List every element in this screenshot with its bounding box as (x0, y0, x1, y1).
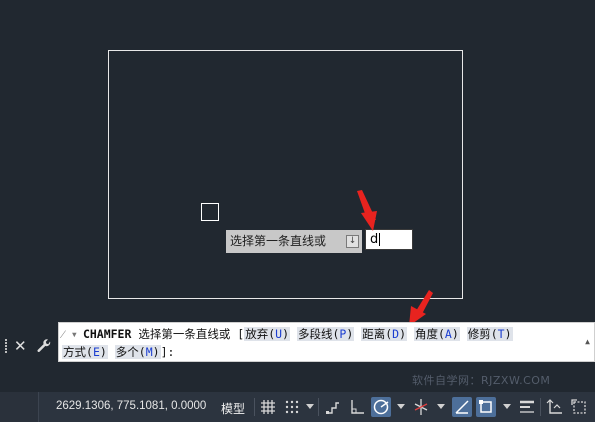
grid-icon[interactable] (258, 397, 278, 417)
object-snap-icon[interactable] (476, 397, 496, 417)
annotation-arrow-icon (409, 290, 433, 326)
chevron-down-icon[interactable] (397, 404, 405, 409)
isometric-icon[interactable] (411, 397, 431, 417)
workspace-icon[interactable] (569, 397, 589, 417)
coordinates-readout[interactable]: 2629.1306, 775.1081, 0.0000 (56, 400, 206, 412)
bracket-close: ]: (160, 345, 175, 359)
annotation-arrow-icon (357, 190, 377, 231)
object-snap-tracking-icon[interactable] (452, 397, 472, 417)
layout-tabs-area[interactable] (0, 392, 39, 422)
option-angle[interactable]: 角度(A) (413, 327, 460, 341)
text-cursor (379, 233, 381, 246)
pickbox-cursor (201, 203, 219, 221)
dynamic-prompt-tooltip: 选择第一条直线或 ↓ (226, 230, 362, 253)
ortho-icon[interactable] (347, 397, 367, 417)
status-bar: 2629.1306, 775.1081, 0.0000 模型 (0, 392, 595, 422)
chevron-down-icon[interactable] (306, 404, 314, 409)
chevron-down-icon[interactable] (437, 404, 445, 409)
chevron-down-icon[interactable] (503, 404, 511, 409)
option-method[interactable]: 方式(E) (62, 345, 108, 359)
infer-constraint-icon[interactable] (323, 397, 343, 417)
option-trim[interactable]: 修剪(T) (466, 327, 513, 341)
option-polyline[interactable]: 多段线(P) (296, 327, 355, 341)
command-line-row-2: 方式(E) 多个(M)]: (62, 344, 174, 360)
drawing-canvas[interactable]: 选择第一条直线或 ↓ d (0, 0, 595, 320)
command-line-grip[interactable] (3, 338, 9, 356)
annotation-scale-icon[interactable] (545, 397, 565, 417)
model-space-toggle[interactable]: 模型 (221, 400, 245, 417)
polar-tracking-icon[interactable] (371, 397, 391, 417)
history-up-icon[interactable]: ▲ (585, 337, 590, 346)
dynamic-input-value: d (370, 232, 379, 247)
command-prompt-icon: ⁄ ▾ (62, 327, 78, 341)
close-icon[interactable]: ✕ (14, 339, 27, 354)
divider (254, 398, 255, 416)
wrench-icon[interactable] (36, 339, 52, 355)
divider (540, 398, 541, 416)
snap-grid-icon[interactable] (282, 397, 302, 417)
watermark: 软件自学网：RJZXW.COM (412, 374, 551, 387)
command-name: CHAMFER (82, 327, 132, 341)
divider (318, 398, 319, 416)
option-multiple[interactable]: 多个(M) (114, 345, 161, 359)
command-line-row-1: ⁄ ▾ CHAMFER 选择第一条直线或 [放弃(U) 多段线(P) 距离(D)… (62, 326, 513, 342)
command-line[interactable]: ⁄ ▾ CHAMFER 选择第一条直线或 [放弃(U) 多段线(P) 距离(D)… (58, 322, 595, 362)
lineweight-icon[interactable] (517, 397, 537, 417)
dynamic-input-field[interactable]: d (365, 229, 413, 250)
options-down-arrow-icon[interactable]: ↓ (346, 235, 359, 248)
command-prompt-text: 选择第一条直线或 (138, 327, 231, 341)
option-undo[interactable]: 放弃(U) (244, 327, 291, 341)
drawn-rectangle[interactable] (108, 50, 463, 299)
option-distance[interactable]: 距离(D) (361, 327, 408, 341)
tooltip-label: 选择第一条直线或 (230, 234, 327, 248)
